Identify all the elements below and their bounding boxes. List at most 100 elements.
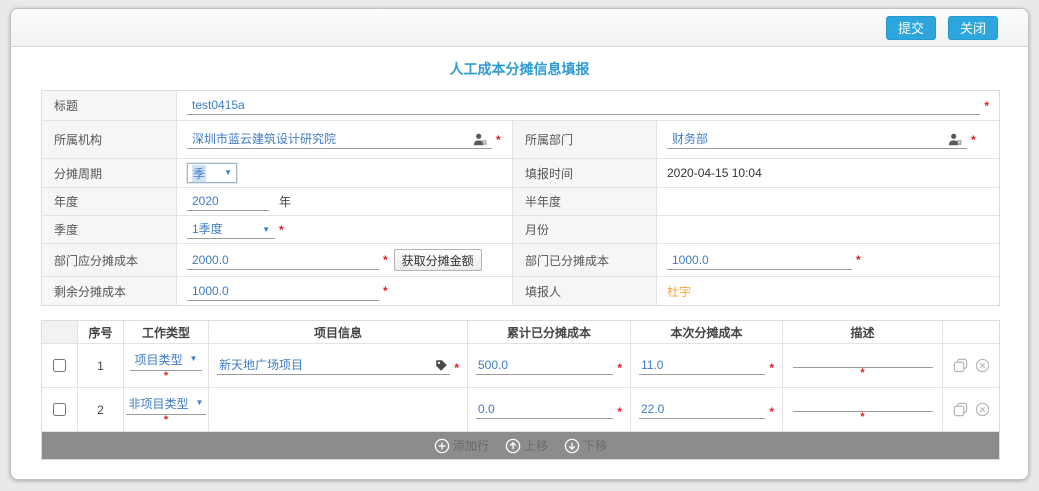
required-marker: * (984, 99, 989, 113)
circle-arrow-up-icon (505, 438, 521, 454)
main-form: 标题 test0415a * 所属机构 深圳市蓝云建筑设计研究院 * 所属部门 (41, 90, 1000, 306)
description-input[interactable]: * (793, 397, 933, 422)
form-row-title: 标题 test0415a * (42, 91, 999, 120)
current-cost-input[interactable]: 22.0 * (631, 400, 782, 419)
title-input[interactable]: test0415a (187, 96, 980, 115)
dept-done-cost-field: 1000.0 * (657, 244, 999, 276)
cumulative-cost-input[interactable]: 500.0 * (468, 356, 630, 375)
chevron-down-icon: ▼ (190, 353, 198, 365)
required-marker: * (769, 361, 774, 375)
title-field: test0415a * (177, 91, 999, 120)
header-work-type: 工作类型 (124, 321, 209, 343)
required-marker: * (860, 369, 864, 378)
get-allocation-amount-button[interactable]: 获取分摊金额 (394, 249, 482, 271)
year-input[interactable]: 2020 (187, 192, 269, 211)
fill-time-value: 2020-04-15 10:04 (667, 166, 762, 180)
project-input[interactable]: 新天地广场项目 * (209, 356, 467, 375)
select-user-icon[interactable] (472, 133, 487, 146)
dept-input[interactable]: 财务部 (667, 130, 967, 149)
year-unit: 年 (279, 193, 291, 210)
header-actions (943, 321, 999, 343)
delete-row-icon[interactable] (975, 358, 990, 373)
delete-row-icon[interactable] (975, 402, 990, 417)
header-checkbox-cell (42, 321, 78, 343)
chevron-down-icon: ▼ (262, 224, 270, 236)
form-row-quarter-month: 季度 1季度 ▼ * 月份 (42, 215, 999, 243)
half-year-label: 半年度 (512, 188, 657, 215)
quarter-select[interactable]: 1季度 ▼ (187, 220, 275, 239)
required-marker: * (279, 223, 284, 237)
required-marker: * (769, 405, 774, 419)
dept-due-cost-input[interactable]: 2000.0 (187, 251, 379, 270)
required-marker: * (617, 405, 622, 419)
chevron-down-icon: ▼ (196, 397, 204, 409)
period-label: 分摊周期 (42, 159, 177, 187)
description-input[interactable]: * (793, 353, 933, 378)
move-down-button[interactable]: 下移 (564, 437, 607, 454)
required-marker: * (496, 133, 501, 147)
tag-icon[interactable] (435, 359, 448, 372)
reporter-label: 填报人 (512, 277, 657, 305)
header-description: 描述 (783, 321, 943, 343)
table-row: 1 项目类型 ▼ * 新天地广场项目 (42, 344, 999, 388)
copy-row-icon[interactable] (953, 358, 968, 373)
form-row-year-halfyear: 年度 2020 年 半年度 (42, 187, 999, 215)
form-row-remain-reporter: 剩余分摊成本 1000.0 * 填报人 杜宇 (42, 276, 999, 305)
org-input[interactable]: 深圳市蓝云建筑设计研究院 (187, 130, 492, 149)
quarter-field: 1季度 ▼ * (177, 216, 512, 243)
org-label: 所属机构 (42, 121, 177, 158)
circle-plus-icon (434, 438, 450, 454)
required-marker: * (383, 284, 388, 298)
submit-button[interactable]: 提交 (886, 16, 936, 40)
dept-done-cost-label: 部门已分摊成本 (512, 244, 657, 276)
title-label: 标题 (42, 91, 177, 120)
org-field: 深圳市蓝云建筑设计研究院 * (177, 121, 512, 158)
dept-due-cost-field: 2000.0 * 获取分摊金额 (177, 244, 512, 276)
page-title: 人工成本分摊信息填报 (11, 59, 1028, 79)
detail-table-header: 序号 工作类型 项目信息 累计已分摊成本 本次分摊成本 描述 (42, 321, 999, 344)
half-year-field (657, 188, 999, 215)
reporter-field: 杜宇 (657, 277, 999, 305)
header-current-cost: 本次分摊成本 (631, 321, 783, 343)
dept-field: 财务部 * (657, 121, 999, 158)
table-row: 2 非项目类型 ▼ * 0.0 * 22.0 (42, 388, 999, 432)
dept-label: 所属部门 (512, 121, 657, 158)
required-marker: * (164, 372, 168, 381)
circle-arrow-down-icon (564, 438, 580, 454)
remain-cost-input[interactable]: 1000.0 (187, 282, 379, 301)
work-type-select[interactable]: 项目类型 ▼ * (130, 351, 202, 381)
chevron-down-icon: ▼ (224, 167, 232, 179)
cumulative-cost-input[interactable]: 0.0 * (468, 400, 630, 419)
toolbar: 提交 关闭 (11, 9, 1028, 47)
reporter-value: 杜宇 (667, 283, 691, 300)
select-user-icon[interactable] (947, 133, 962, 146)
project-cell-empty (209, 388, 468, 431)
month-label: 月份 (512, 216, 657, 243)
dept-done-cost-input[interactable]: 1000.0 (667, 251, 852, 270)
quarter-label: 季度 (42, 216, 177, 243)
form-row-org-dept: 所属机构 深圳市蓝云建筑设计研究院 * 所属部门 财务部 * (42, 120, 999, 158)
fill-time-label: 填报时间 (512, 159, 657, 187)
form-row-due-done-cost: 部门应分摊成本 2000.0 * 获取分摊金额 部门已分摊成本 1000.0 * (42, 243, 999, 276)
fill-time-field: 2020-04-15 10:04 (657, 159, 999, 187)
row-number: 1 (78, 344, 124, 387)
move-up-button[interactable]: 上移 (505, 437, 548, 454)
form-window: 提交 关闭 人工成本分摊信息填报 标题 test0415a * 所属机构 深圳市… (10, 8, 1029, 480)
required-marker: * (454, 361, 459, 375)
row-checkbox[interactable] (53, 359, 66, 372)
close-button[interactable]: 关闭 (948, 16, 998, 40)
required-marker: * (856, 253, 861, 267)
period-select[interactable]: 季 ▼ (187, 163, 237, 183)
required-marker: * (860, 413, 864, 422)
header-cumulative-cost: 累计已分摊成本 (468, 321, 631, 343)
year-label: 年度 (42, 188, 177, 215)
copy-row-icon[interactable] (953, 402, 968, 417)
required-marker: * (971, 133, 976, 147)
remain-cost-label: 剩余分摊成本 (42, 277, 177, 305)
work-type-select[interactable]: 非项目类型 ▼ * (126, 395, 207, 425)
remain-cost-field: 1000.0 * (177, 277, 512, 305)
add-row-button[interactable]: 添加行 (434, 437, 489, 454)
form-row-period-time: 分摊周期 季 ▼ 填报时间 2020-04-15 10:04 (42, 158, 999, 187)
row-checkbox[interactable] (53, 403, 66, 416)
current-cost-input[interactable]: 11.0 * (631, 356, 782, 375)
